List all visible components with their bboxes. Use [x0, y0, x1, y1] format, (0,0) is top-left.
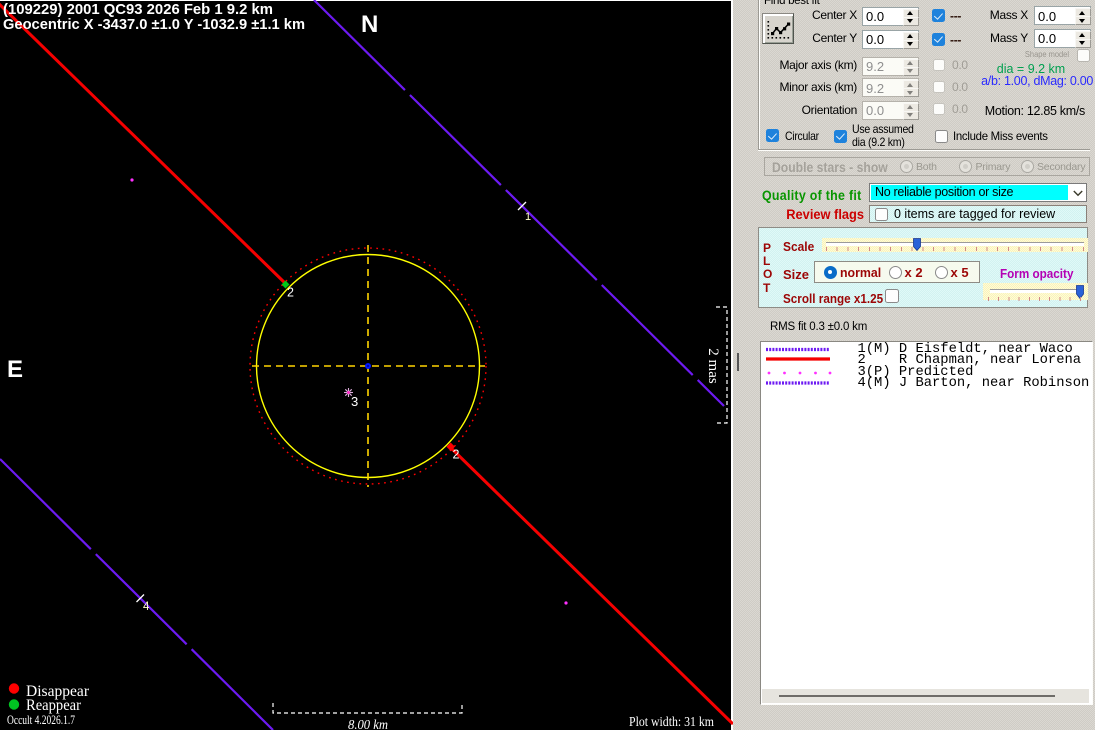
svg-text:2: 2: [453, 448, 460, 462]
svg-text:Geocentric X -3437.0 ±1.0 Y -1: Geocentric X -3437.0 ±1.0 Y -1032.9 ±1.1…: [3, 16, 305, 33]
svg-text:3: 3: [351, 394, 358, 409]
svg-text:1: 1: [525, 211, 531, 223]
svg-text:Plot width: 31 km: Plot width: 31 km: [629, 715, 714, 730]
svg-text:8.00 km: 8.00 km: [348, 718, 388, 730]
svg-text:2 mas: 2 mas: [705, 348, 721, 384]
svg-text:N: N: [361, 11, 378, 38]
svg-text:2: 2: [287, 286, 294, 300]
svg-text:E: E: [7, 356, 23, 383]
svg-text:Occult 4.2026.1.7: Occult 4.2026.1.7: [7, 713, 75, 727]
svg-text:Reappear: Reappear: [26, 697, 82, 714]
svg-text:4: 4: [143, 601, 150, 613]
